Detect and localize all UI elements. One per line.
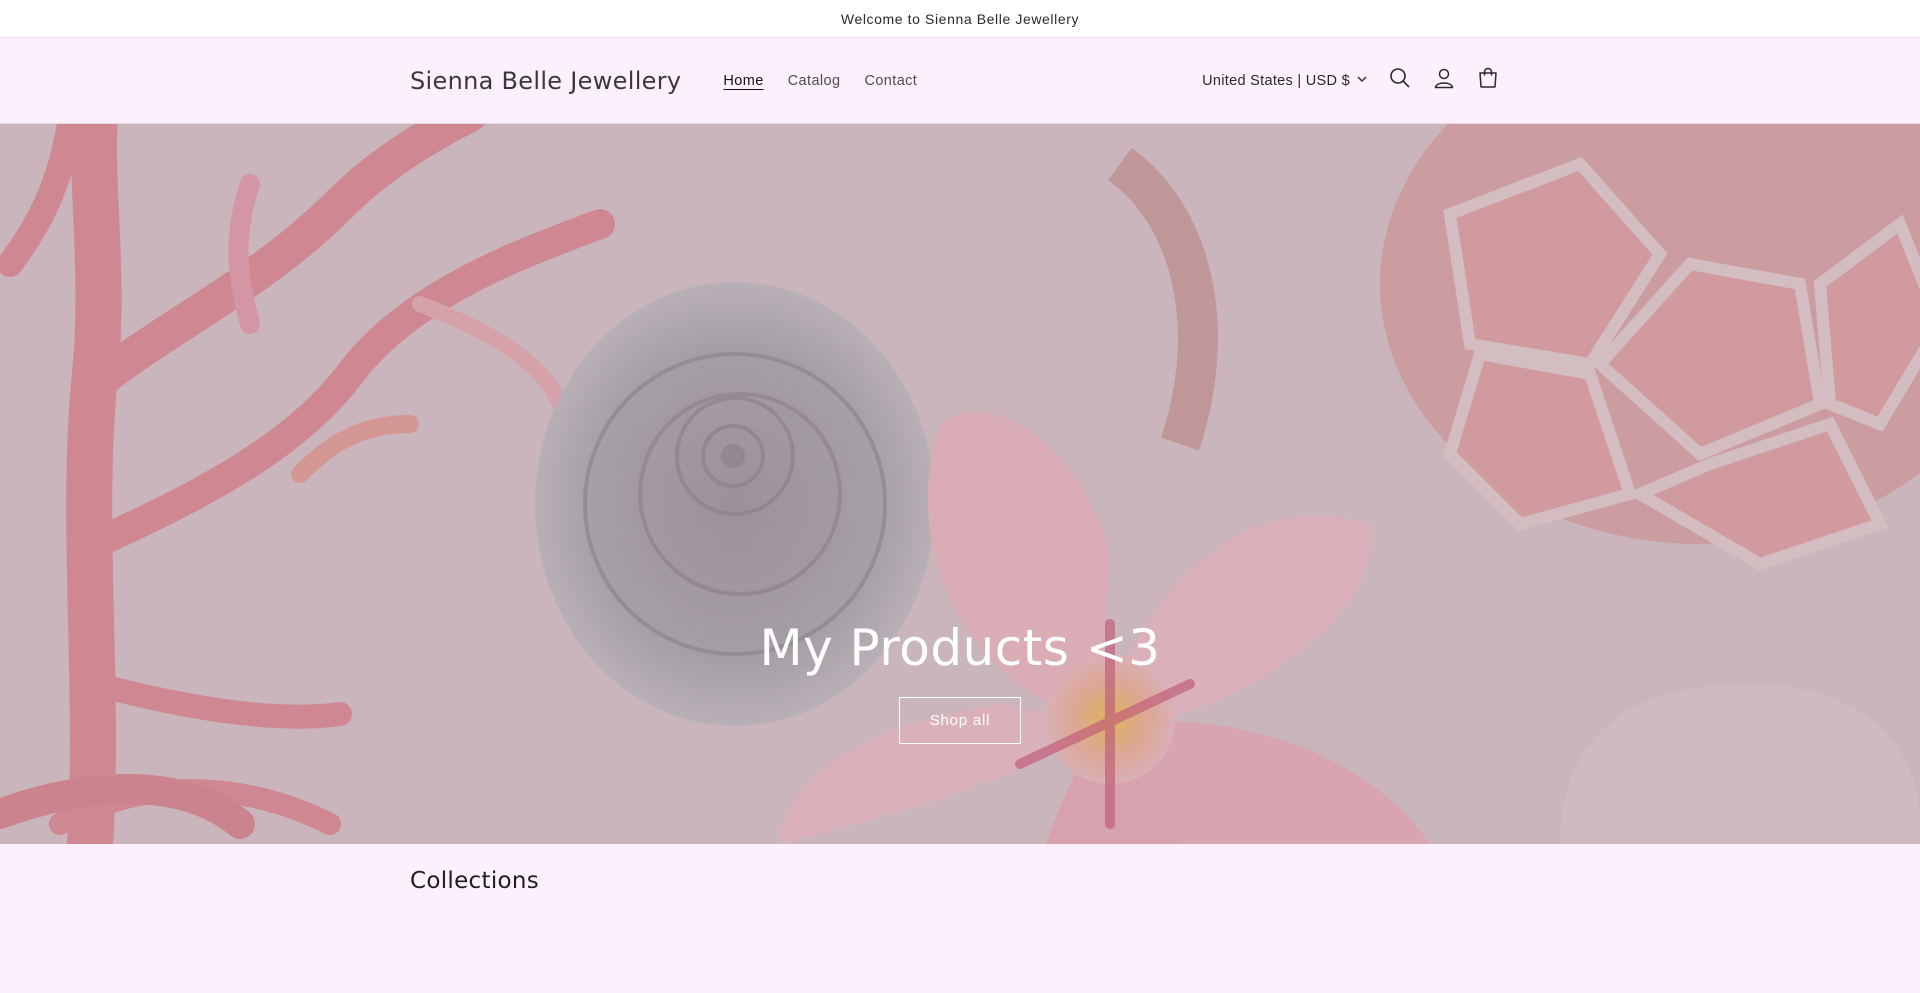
account-button[interactable]: [1422, 59, 1466, 103]
store-logo[interactable]: Sienna Belle Jewellery: [410, 67, 681, 95]
nav-home[interactable]: Home: [711, 73, 775, 89]
nav-catalog[interactable]: Catalog: [776, 73, 853, 89]
account-icon: [1433, 67, 1455, 94]
collections-heading: Collections: [410, 868, 540, 894]
search-icon: [1389, 67, 1411, 94]
nav-contact[interactable]: Contact: [852, 73, 929, 89]
site-header: Sienna Belle Jewellery Home Catalog Cont…: [0, 38, 1920, 124]
cart-icon: [1477, 67, 1499, 94]
shop-all-button[interactable]: Shop all: [899, 697, 1021, 744]
collections-section: Collections: [0, 844, 1920, 993]
main-nav: Home Catalog Contact: [711, 73, 929, 89]
hero-content: My Products <3 Shop all: [0, 619, 1920, 744]
country-currency-selector[interactable]: United States | USD $: [1202, 73, 1368, 89]
header-inner: Sienna Belle Jewellery Home Catalog Cont…: [410, 38, 1510, 123]
announcement-bar: Welcome to Sienna Belle Jewellery: [0, 0, 1920, 38]
search-button[interactable]: [1378, 59, 1422, 103]
announcement-text: Welcome to Sienna Belle Jewellery: [840, 10, 1080, 27]
header-actions: United States | USD $: [1202, 59, 1510, 103]
chevron-down-icon: [1356, 73, 1368, 89]
cart-button[interactable]: [1466, 59, 1510, 103]
hero-title: My Products <3: [759, 619, 1161, 677]
currency-label: United States | USD $: [1202, 72, 1350, 89]
hero-banner: My Products <3 Shop all: [0, 124, 1920, 844]
